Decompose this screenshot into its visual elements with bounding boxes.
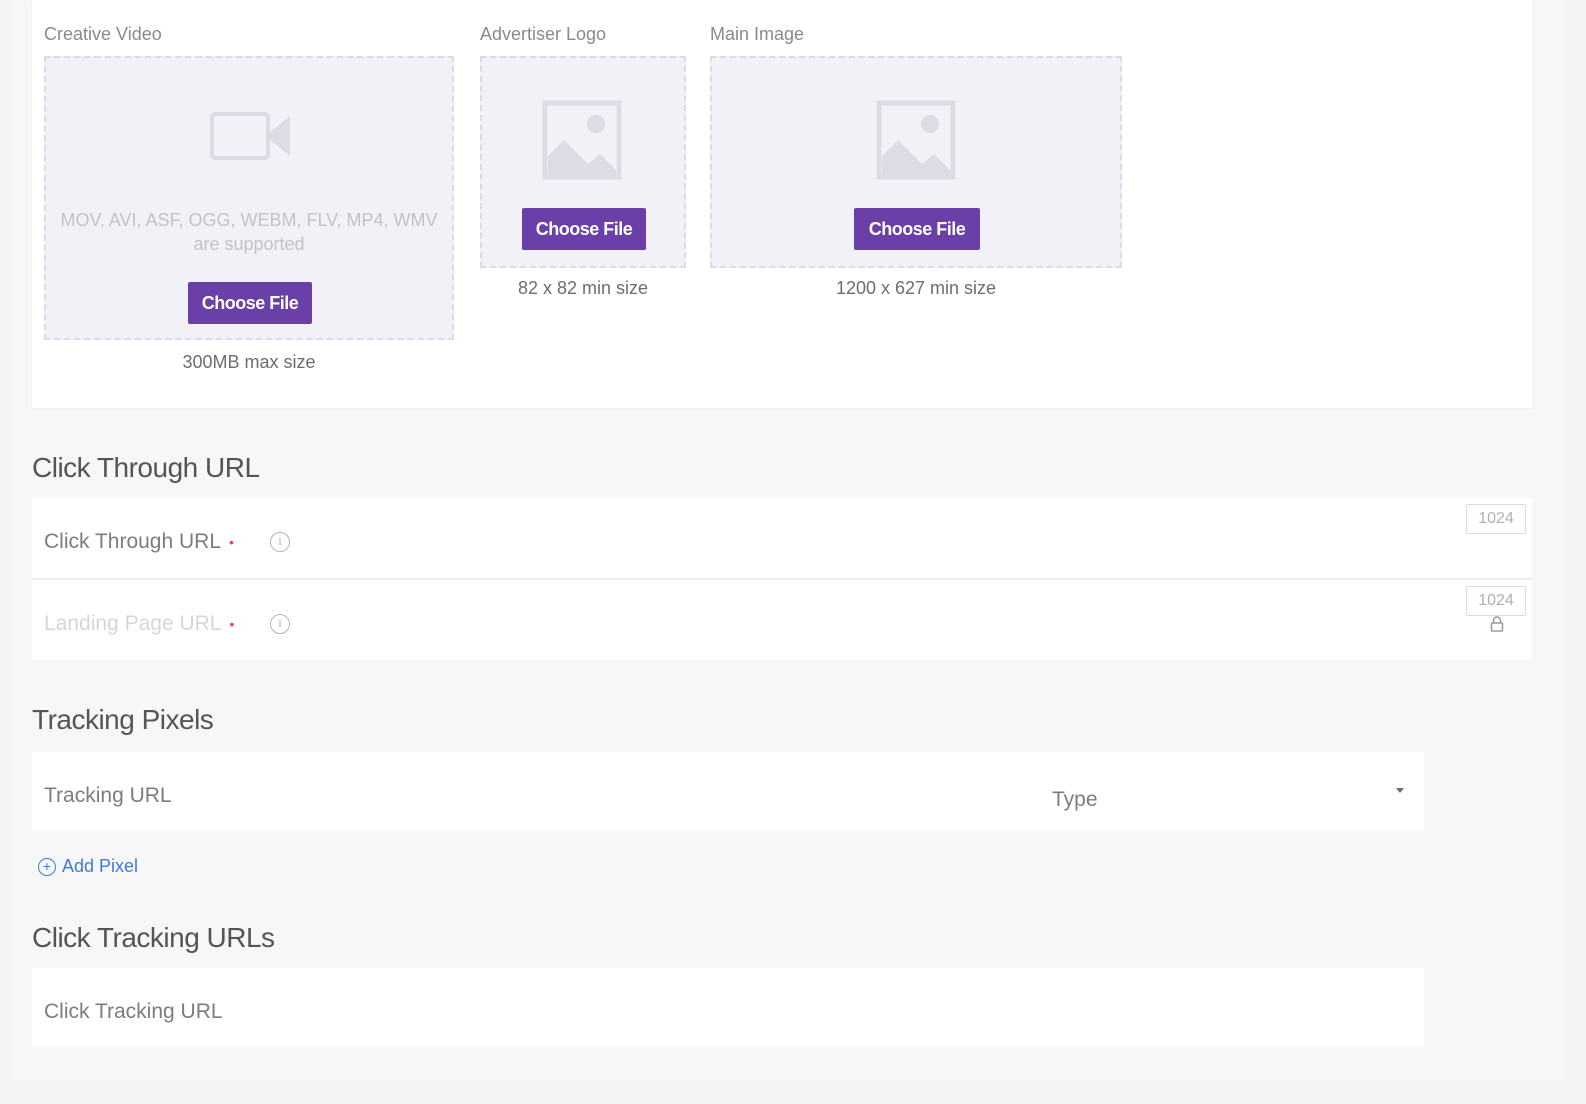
- character-counter: 1024: [1466, 504, 1526, 534]
- video-size-note: 300MB max size: [182, 352, 316, 372]
- image-placeholder-icon: [876, 100, 956, 180]
- image-placeholder-icon: [542, 100, 622, 180]
- required-marker: •: [229, 534, 234, 551]
- choose-video-file-button[interactable]: Choose File: [188, 282, 312, 324]
- creative-video-label: Creative Video: [44, 24, 162, 44]
- landing-page-url-label-text: Landing Page URL: [44, 612, 222, 635]
- chevron-down-icon: [1396, 788, 1404, 793]
- main-image-size-note: 1200 x 627 min size: [835, 278, 997, 298]
- tracking-url-input[interactable]: Tracking URL: [44, 784, 172, 808]
- choose-main-image-file-button[interactable]: Choose File: [854, 208, 980, 250]
- logo-size-note: 82 x 82 min size: [517, 278, 649, 298]
- video-camera-icon: [210, 112, 290, 160]
- tracking-pixels-section-title: Tracking Pixels: [32, 704, 214, 735]
- tracking-pixel-row: Tracking URL Type: [32, 752, 1424, 830]
- click-tracking-url-field[interactable]: Click Tracking URL: [32, 968, 1424, 1046]
- info-icon[interactable]: i: [270, 614, 290, 634]
- click-through-url-field[interactable]: Click Through URL • i 1024: [32, 498, 1532, 578]
- info-icon[interactable]: i: [270, 532, 290, 552]
- supported-formats-text: MOV, AVI, ASF, OGG, WEBM, FLV, MP4, WMV …: [60, 210, 438, 254]
- click-through-url-label-text: Click Through URL: [44, 530, 222, 553]
- advertiser-logo-dropzone[interactable]: Choose File: [480, 56, 686, 268]
- landing-page-url-field: Landing Page URL • i 1024: [32, 580, 1532, 660]
- add-pixel-label: Add Pixel: [62, 856, 139, 876]
- creative-video-dropzone[interactable]: MOV, AVI, ASF, OGG, WEBM, FLV, MP4, WMV …: [44, 56, 454, 340]
- main-image-label: Main Image: [710, 24, 805, 44]
- required-marker: •: [229, 616, 235, 633]
- landing-page-url-label: Landing Page URL •: [44, 612, 234, 636]
- click-through-section-title: Click Through URL: [32, 452, 260, 483]
- click-tracking-url-placeholder: Click Tracking URL: [44, 1000, 223, 1023]
- character-counter: 1024: [1466, 586, 1526, 616]
- click-through-url-label: Click Through URL •: [44, 530, 234, 554]
- main-image-dropzone[interactable]: Choose File: [710, 56, 1122, 268]
- lock-icon: [1490, 616, 1504, 632]
- advertiser-logo-label: Advertiser Logo: [480, 24, 607, 44]
- pixel-type-select[interactable]: Type: [1036, 752, 1424, 830]
- pixel-type-placeholder: Type: [1052, 788, 1098, 811]
- plus-circle-icon: +: [38, 857, 56, 876]
- creative-upload-card: Creative Video MOV, AVI, ASF, OGG, WEBM,…: [32, 0, 1532, 408]
- choose-logo-file-button[interactable]: Choose File: [522, 208, 646, 250]
- add-pixel-link[interactable]: + Add Pixel: [38, 856, 138, 877]
- click-tracking-section-title: Click Tracking URLs: [32, 922, 275, 953]
